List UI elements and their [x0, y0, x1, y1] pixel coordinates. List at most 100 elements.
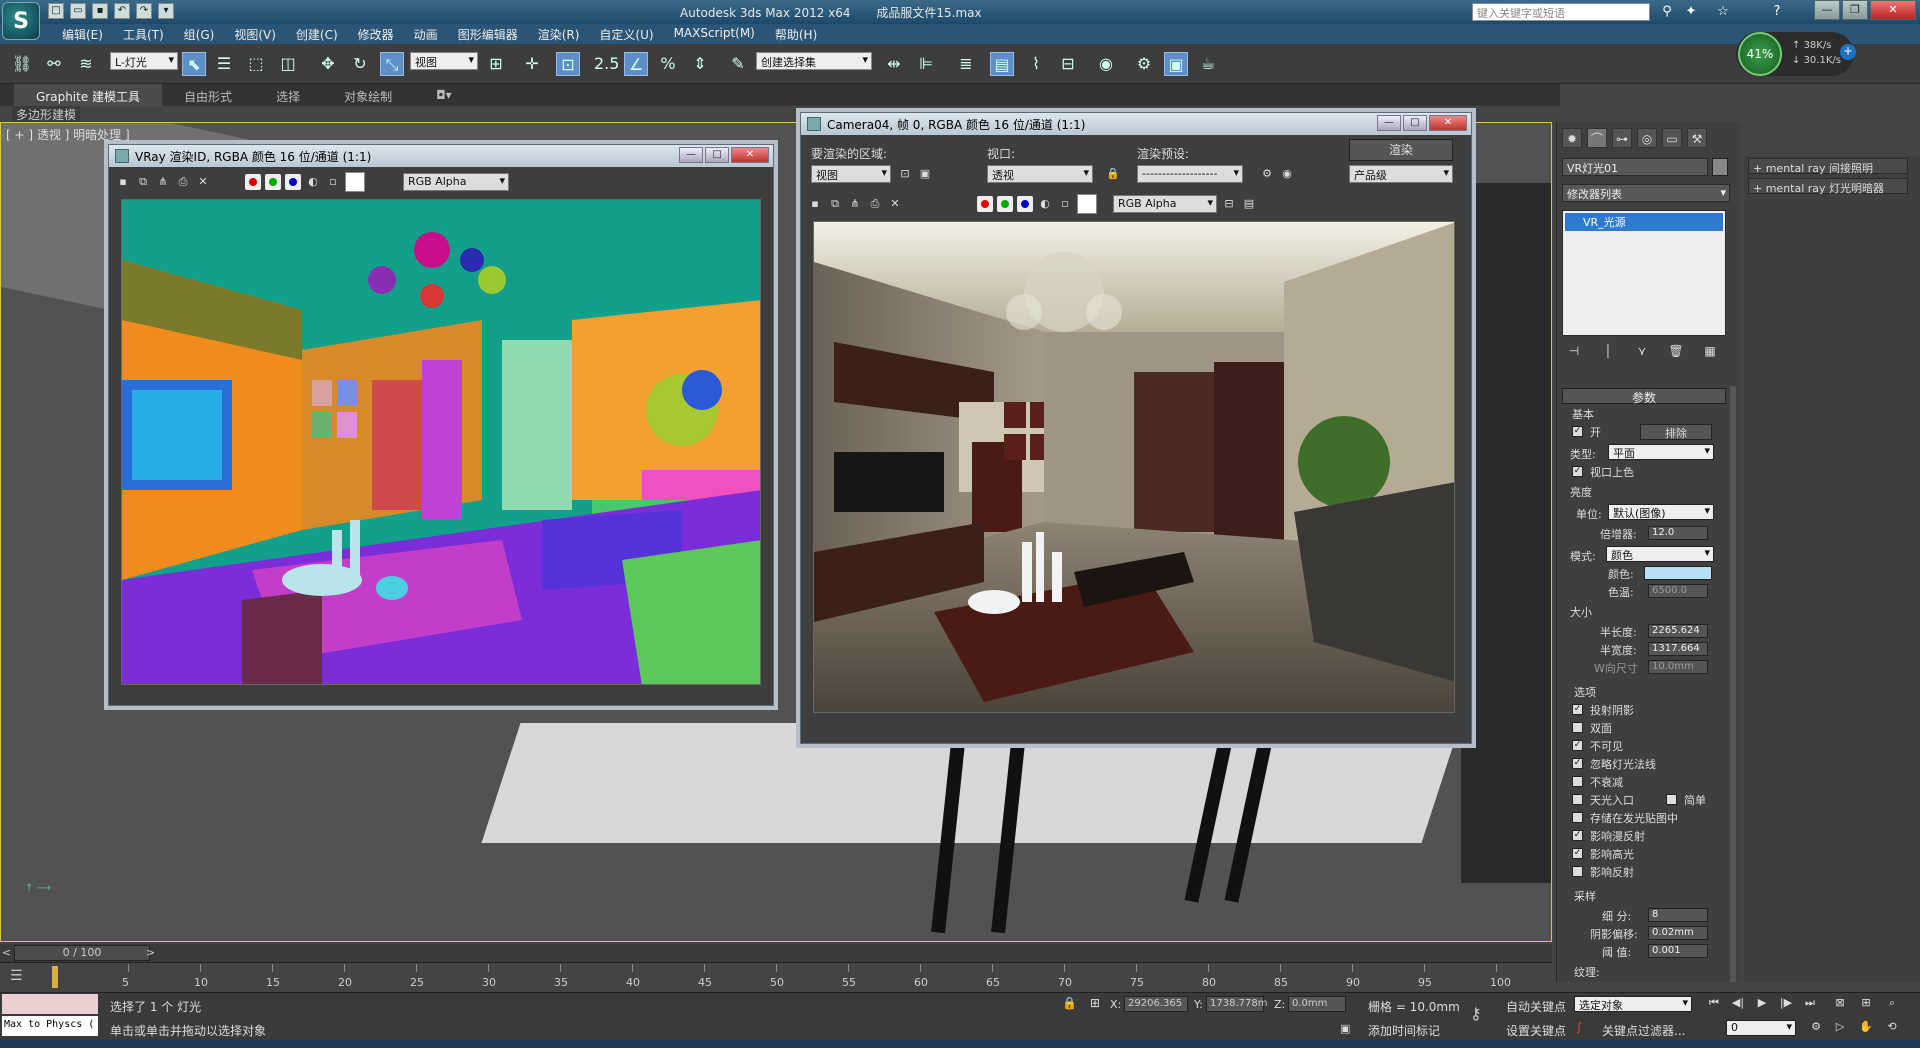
- redo-icon[interactable]: ↷: [136, 3, 152, 19]
- clone-window-icon[interactable]: ⋔: [847, 196, 863, 212]
- print-icon[interactable]: ⎙: [175, 174, 191, 190]
- goto-end-icon[interactable]: ⏭: [1800, 996, 1820, 1012]
- exclude-button[interactable]: 排除: [1640, 424, 1712, 440]
- angle-snap-icon[interactable]: ∠: [624, 52, 648, 76]
- area-dropdown[interactable]: 视图: [811, 165, 891, 183]
- units-dropdown[interactable]: 默认(图像): [1608, 504, 1714, 520]
- red-channel-icon[interactable]: [245, 174, 261, 190]
- time-config-icon[interactable]: ⚙: [1806, 1020, 1826, 1036]
- half-length-spinner[interactable]: 2265.624: [1648, 624, 1708, 638]
- orbit-icon[interactable]: ⟲: [1882, 1020, 1902, 1036]
- maxscript-listener-top[interactable]: [2, 994, 98, 1014]
- half-width-spinner[interactable]: 1317.664: [1648, 642, 1708, 656]
- material-editor-icon[interactable]: ◉: [1094, 52, 1118, 76]
- close-button[interactable]: ✕: [1429, 115, 1467, 131]
- environment-icon[interactable]: ◉: [1279, 166, 1295, 182]
- key-selection-dropdown[interactable]: 选定对象: [1574, 996, 1692, 1012]
- bind-spacewarp-icon[interactable]: ≋: [74, 52, 98, 76]
- channel-dropdown[interactable]: RGB Alpha: [403, 173, 509, 191]
- double-sided-checkbox[interactable]: [1572, 722, 1583, 733]
- pan-icon[interactable]: ✋: [1856, 1020, 1876, 1036]
- undo-icon[interactable]: ↶: [114, 3, 130, 19]
- add-time-tag-icon[interactable]: ▣: [1340, 1022, 1350, 1035]
- window-crossing-icon[interactable]: ◫: [276, 52, 300, 76]
- schematic-view-icon[interactable]: ⊟: [1056, 52, 1080, 76]
- binoculars-icon[interactable]: ⚲: [1658, 3, 1676, 21]
- viewport-label[interactable]: [ + ] 透视 ] 明暗处理 ]: [6, 126, 130, 143]
- key-icon[interactable]: ⚷: [1470, 1004, 1482, 1023]
- tab-selection[interactable]: 选择: [254, 84, 322, 106]
- restore-button[interactable]: ❐: [1842, 0, 1868, 20]
- utilities-tab-icon[interactable]: ⚒: [1687, 128, 1707, 148]
- light-color-swatch[interactable]: [1644, 566, 1712, 580]
- viewport-dropdown[interactable]: 透视: [987, 165, 1093, 183]
- save-image-icon[interactable]: ▪: [115, 174, 131, 190]
- rendered-frame-icon[interactable]: ▣: [1164, 52, 1188, 76]
- fit-window-icon[interactable]: ▤: [1241, 196, 1257, 212]
- set-key-button[interactable]: 设置关键点: [1506, 1022, 1566, 1039]
- scale-icon[interactable]: ⤡: [380, 52, 404, 76]
- close-button[interactable]: ✕: [731, 147, 769, 163]
- render-setup-icon[interactable]: ⚙: [1132, 52, 1156, 76]
- create-tab-icon[interactable]: ✹: [1562, 128, 1582, 148]
- menu-maxscript[interactable]: MAXScript(M): [664, 24, 765, 44]
- viewport-shade-checkbox[interactable]: ✓: [1572, 466, 1583, 477]
- simple-checkbox[interactable]: [1666, 794, 1677, 805]
- spinner-snap-icon[interactable]: ⇕: [688, 52, 712, 76]
- invisible-checkbox[interactable]: ✓: [1572, 740, 1583, 751]
- search-input[interactable]: 键入关键字或短语: [1472, 3, 1650, 21]
- menu-graph-editors[interactable]: 图形编辑器: [448, 24, 528, 44]
- trackbar-menu-icon[interactable]: ☰: [10, 968, 23, 984]
- tab-graphite-modeling[interactable]: Graphite 建模工具: [14, 84, 163, 106]
- render-button[interactable]: 渲染: [1349, 139, 1453, 161]
- lock-selection-icon[interactable]: 🔒: [1062, 996, 1077, 1010]
- mono-icon[interactable]: ▫: [1057, 196, 1073, 212]
- hierarchy-tab-icon[interactable]: ⊶: [1612, 128, 1632, 148]
- object-name-field[interactable]: VR灯光01: [1562, 158, 1708, 176]
- object-color-swatch[interactable]: [1712, 158, 1728, 176]
- menu-customize[interactable]: 自定义(U): [589, 24, 663, 44]
- type-dropdown[interactable]: 平面: [1608, 444, 1714, 460]
- render-production-icon[interactable]: ☕: [1196, 52, 1220, 76]
- select-object-icon[interactable]: ⬉: [182, 52, 206, 76]
- graphite-toggle-icon[interactable]: ▤: [990, 52, 1014, 76]
- key-filters-button[interactable]: 关键点过滤器...: [1602, 1022, 1685, 1039]
- channel-dropdown[interactable]: RGB Alpha: [1113, 195, 1217, 213]
- skylight-portal-checkbox[interactable]: [1572, 794, 1583, 805]
- modifier-list-dropdown[interactable]: 修改器列表: [1562, 184, 1730, 202]
- help-icon[interactable]: ?: [1768, 3, 1786, 21]
- clear-icon[interactable]: ✕: [195, 174, 211, 190]
- area-edit-icon[interactable]: ⊡: [897, 166, 913, 182]
- star-icon[interactable]: ☆: [1714, 3, 1732, 21]
- close-button[interactable]: ✕: [1870, 0, 1916, 20]
- w-size-spinner[interactable]: 10.0mm: [1648, 660, 1708, 674]
- minimize-button[interactable]: —: [679, 147, 703, 163]
- display-tab-icon[interactable]: ▭: [1662, 128, 1682, 148]
- align-icon[interactable]: ⊫: [914, 52, 938, 76]
- rollout-mr-indirect[interactable]: + mental ray 间接照明: [1748, 158, 1908, 175]
- blue-channel-icon[interactable]: [1017, 196, 1033, 212]
- panel-scrollbar[interactable]: [1730, 386, 1736, 982]
- green-channel-icon[interactable]: [997, 196, 1013, 212]
- snap-toggle-icon[interactable]: 2.5: [594, 52, 619, 76]
- copy-image-icon[interactable]: ⧉: [827, 196, 843, 212]
- preset-dropdown[interactable]: -------------------: [1137, 165, 1243, 183]
- keyboard-shortcut-icon[interactable]: ⊡: [556, 52, 580, 76]
- next-frame-icon[interactable]: |▶: [1776, 996, 1796, 1012]
- x-coord-field[interactable]: 29206.365: [1124, 996, 1188, 1012]
- camera-window-titlebar[interactable]: Camera04, 帧 0, RGBA 颜色 16 位/通道 (1:1) — □…: [801, 113, 1471, 135]
- modify-tab-icon[interactable]: ⌒: [1587, 128, 1607, 148]
- green-channel-icon[interactable]: [265, 174, 281, 190]
- quality-dropdown[interactable]: 产品级: [1349, 165, 1453, 183]
- configure-sets-icon[interactable]: ▦: [1702, 344, 1718, 358]
- menu-modifiers[interactable]: 修改器: [348, 24, 404, 44]
- store-irradiance-checkbox[interactable]: [1572, 812, 1583, 823]
- quick-access-dropdown-icon[interactable]: ▾: [158, 3, 174, 19]
- remove-modifier-icon[interactable]: 🗑: [1668, 344, 1684, 358]
- red-channel-icon[interactable]: [977, 196, 993, 212]
- select-manipulate-icon[interactable]: ✛: [520, 52, 544, 76]
- shadow-bias-spinner[interactable]: 0.02mm: [1648, 926, 1708, 940]
- play-icon[interactable]: ▶: [1752, 996, 1772, 1012]
- zoom-icon[interactable]: ⌕: [1882, 996, 1902, 1012]
- transform-mode-icon[interactable]: ⊞: [1090, 996, 1100, 1010]
